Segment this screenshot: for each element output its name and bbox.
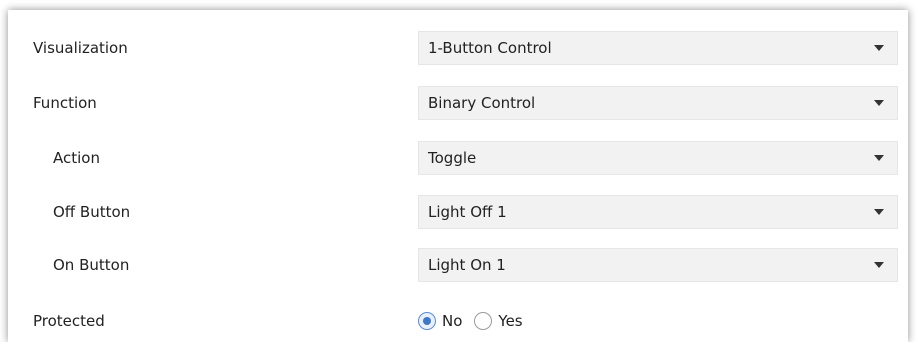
row-protected: Protected No Yes — [8, 304, 908, 338]
on-button-label: On Button — [53, 256, 130, 274]
protected-label: Protected — [33, 312, 105, 330]
row-function: Function Binary Control — [8, 86, 908, 120]
protected-yes-radio[interactable]: Yes — [474, 312, 523, 330]
row-visualization: Visualization 1-Button Control — [8, 31, 908, 65]
function-select[interactable]: Binary Control — [418, 86, 898, 120]
action-select[interactable]: Toggle — [418, 141, 898, 175]
action-label: Action — [53, 149, 100, 167]
visualization-value: 1-Button Control — [428, 39, 552, 57]
chevron-down-icon — [874, 155, 884, 161]
radio-unchecked-icon[interactable] — [474, 312, 493, 330]
chevron-down-icon — [874, 45, 884, 51]
parameter-panel: Visualization 1-Button Control Function … — [8, 10, 908, 342]
radio-checked-icon[interactable] — [418, 312, 436, 330]
protected-yes-label: Yes — [498, 312, 523, 330]
row-off-button: Off Button Light Off 1 — [8, 195, 908, 229]
visualization-select[interactable]: 1-Button Control — [418, 31, 898, 65]
protected-no-radio[interactable]: No — [418, 312, 462, 330]
off-button-label: Off Button — [53, 203, 131, 221]
off-button-value: Light Off 1 — [428, 203, 507, 221]
function-value: Binary Control — [428, 94, 536, 112]
protected-no-label: No — [442, 312, 463, 330]
action-value: Toggle — [428, 149, 477, 167]
chevron-down-icon — [874, 262, 884, 268]
row-on-button: On Button Light On 1 — [8, 248, 908, 282]
function-label: Function — [33, 94, 97, 112]
on-button-select[interactable]: Light On 1 — [418, 248, 898, 282]
chevron-down-icon — [874, 209, 884, 215]
chevron-down-icon — [874, 100, 884, 106]
row-action: Action Toggle — [8, 141, 908, 175]
on-button-value: Light On 1 — [428, 256, 506, 274]
visualization-label: Visualization — [33, 39, 128, 57]
off-button-select[interactable]: Light Off 1 — [418, 195, 898, 229]
radio-dot-icon — [423, 317, 431, 325]
protected-radio-group: No Yes — [418, 304, 535, 338]
